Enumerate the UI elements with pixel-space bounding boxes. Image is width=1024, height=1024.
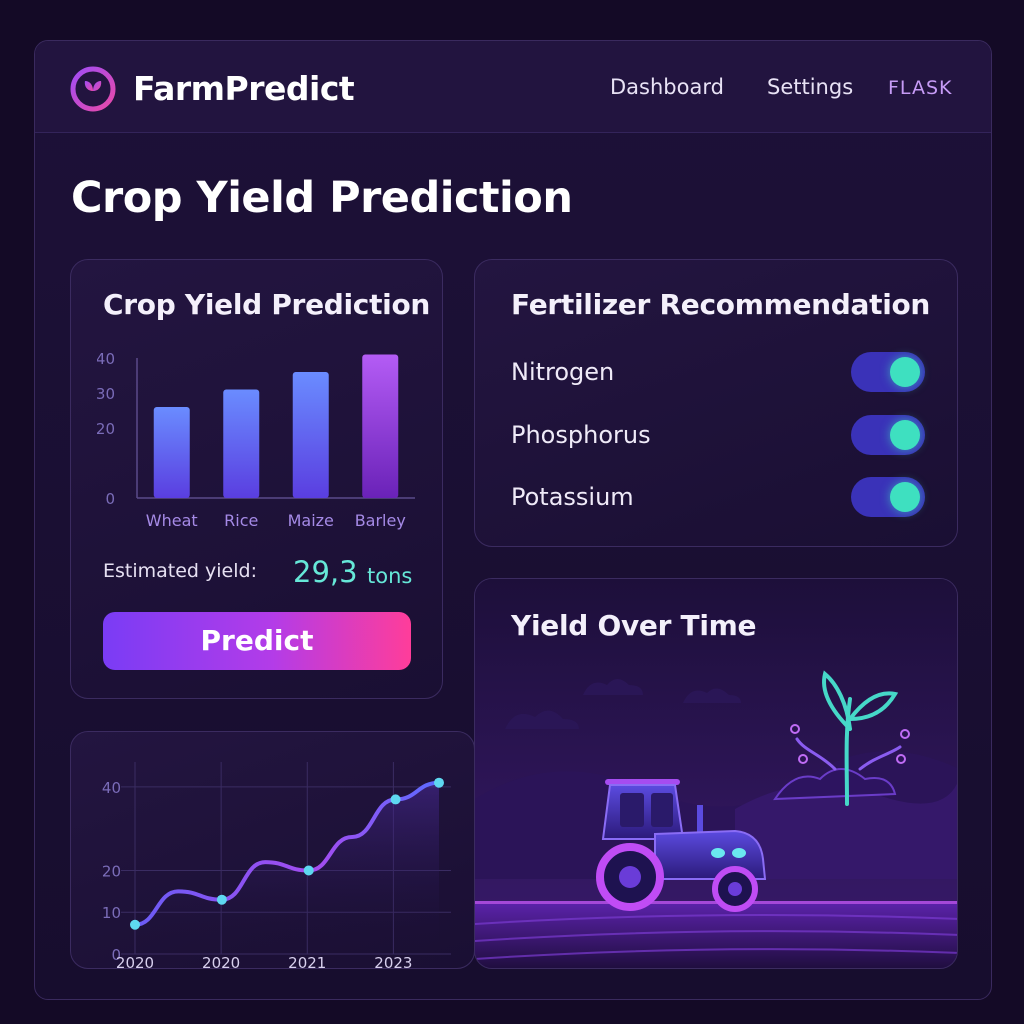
- toggle-knob: [890, 482, 920, 512]
- x-tick-label: Wheat: [146, 511, 198, 530]
- page-title: Crop Yield Prediction: [71, 173, 573, 223]
- yield-over-time-title: Yield Over Time: [511, 609, 757, 642]
- x-tick-label: 2020: [116, 954, 154, 970]
- top-bar: FarmPredict Dashboard Settings FLASK: [35, 41, 991, 133]
- estimated-yield-value: 29,3: [293, 555, 358, 589]
- y-tick-label: 30: [97, 385, 115, 403]
- estimated-yield-unit: tons: [367, 564, 413, 588]
- bar-barley: [362, 354, 399, 498]
- fertilizer-row-nitrogen: Nitrogen: [511, 352, 927, 392]
- toggle-knob: [890, 357, 920, 387]
- fertilizer-card: Fertilizer Recommendation Nitrogen Phosp…: [474, 259, 958, 547]
- y-tick-label: 20: [102, 862, 121, 880]
- yield-over-time-card: Yield Over Time: [474, 578, 958, 969]
- x-tick-label: Maize: [288, 511, 334, 530]
- x-tick-label: 2023: [374, 954, 412, 970]
- sprout-logo-icon: [70, 66, 116, 112]
- y-tick-label: 40: [97, 350, 115, 368]
- crop-yield-bar-chart: 0 20 30 40 Wheat Rice Maize Barley: [97, 350, 415, 530]
- y-tick-label: 40: [102, 779, 121, 797]
- estimated-yield-label: Estimated yield:: [103, 560, 257, 582]
- nav-flask[interactable]: FLASK: [888, 77, 952, 99]
- toggle-knob: [890, 420, 920, 450]
- app-window: FarmPredict Dashboard Settings FLASK Cro…: [34, 40, 992, 1000]
- data-point: [390, 794, 401, 805]
- fertilizer-row-potassium: Potassium: [511, 477, 927, 517]
- y-tick-label: 0: [105, 490, 115, 508]
- data-point: [130, 919, 140, 930]
- brand-name: FarmPredict: [133, 69, 355, 108]
- bar-maize: [292, 372, 329, 498]
- x-tick-label: 2020: [202, 954, 240, 970]
- potassium-toggle[interactable]: [851, 477, 925, 517]
- nav-settings[interactable]: Settings: [767, 75, 853, 99]
- crop-yield-card-title: Crop Yield Prediction: [103, 288, 431, 321]
- bar-rice: [223, 389, 260, 498]
- x-tick-label: 2021: [288, 954, 326, 970]
- data-point: [303, 865, 314, 876]
- yield-line-chart: 01020402020 2020 2021 2023: [102, 762, 451, 970]
- bar-wheat: [153, 407, 190, 498]
- fertilizer-label: Nitrogen: [511, 358, 615, 386]
- phosphorus-toggle[interactable]: [851, 415, 925, 455]
- x-tick-label: Barley: [355, 511, 406, 530]
- nitrogen-toggle[interactable]: [851, 352, 925, 392]
- x-tick-label: Rice: [224, 511, 258, 530]
- crop-yield-card: Crop Yield Prediction 0 20 30 40 Wheat Rice Ma…: [70, 259, 443, 699]
- data-point: [434, 777, 444, 788]
- fertilizer-row-phosphorus: Phosphorus: [511, 415, 927, 455]
- fertilizer-label: Potassium: [511, 483, 634, 511]
- yield-line-chart-card: 0 10 20 40 2020 2020 2021 2023: [70, 731, 475, 970]
- nav-dashboard[interactable]: Dashboard: [610, 75, 724, 99]
- predict-button[interactable]: Predict: [103, 612, 411, 670]
- fertilizer-label: Phosphorus: [511, 421, 651, 449]
- fertilizer-card-title: Fertilizer Recommendation: [511, 288, 931, 321]
- data-point: [216, 894, 227, 905]
- y-tick-label: 20: [97, 420, 115, 438]
- y-tick-label: 10: [102, 904, 121, 922]
